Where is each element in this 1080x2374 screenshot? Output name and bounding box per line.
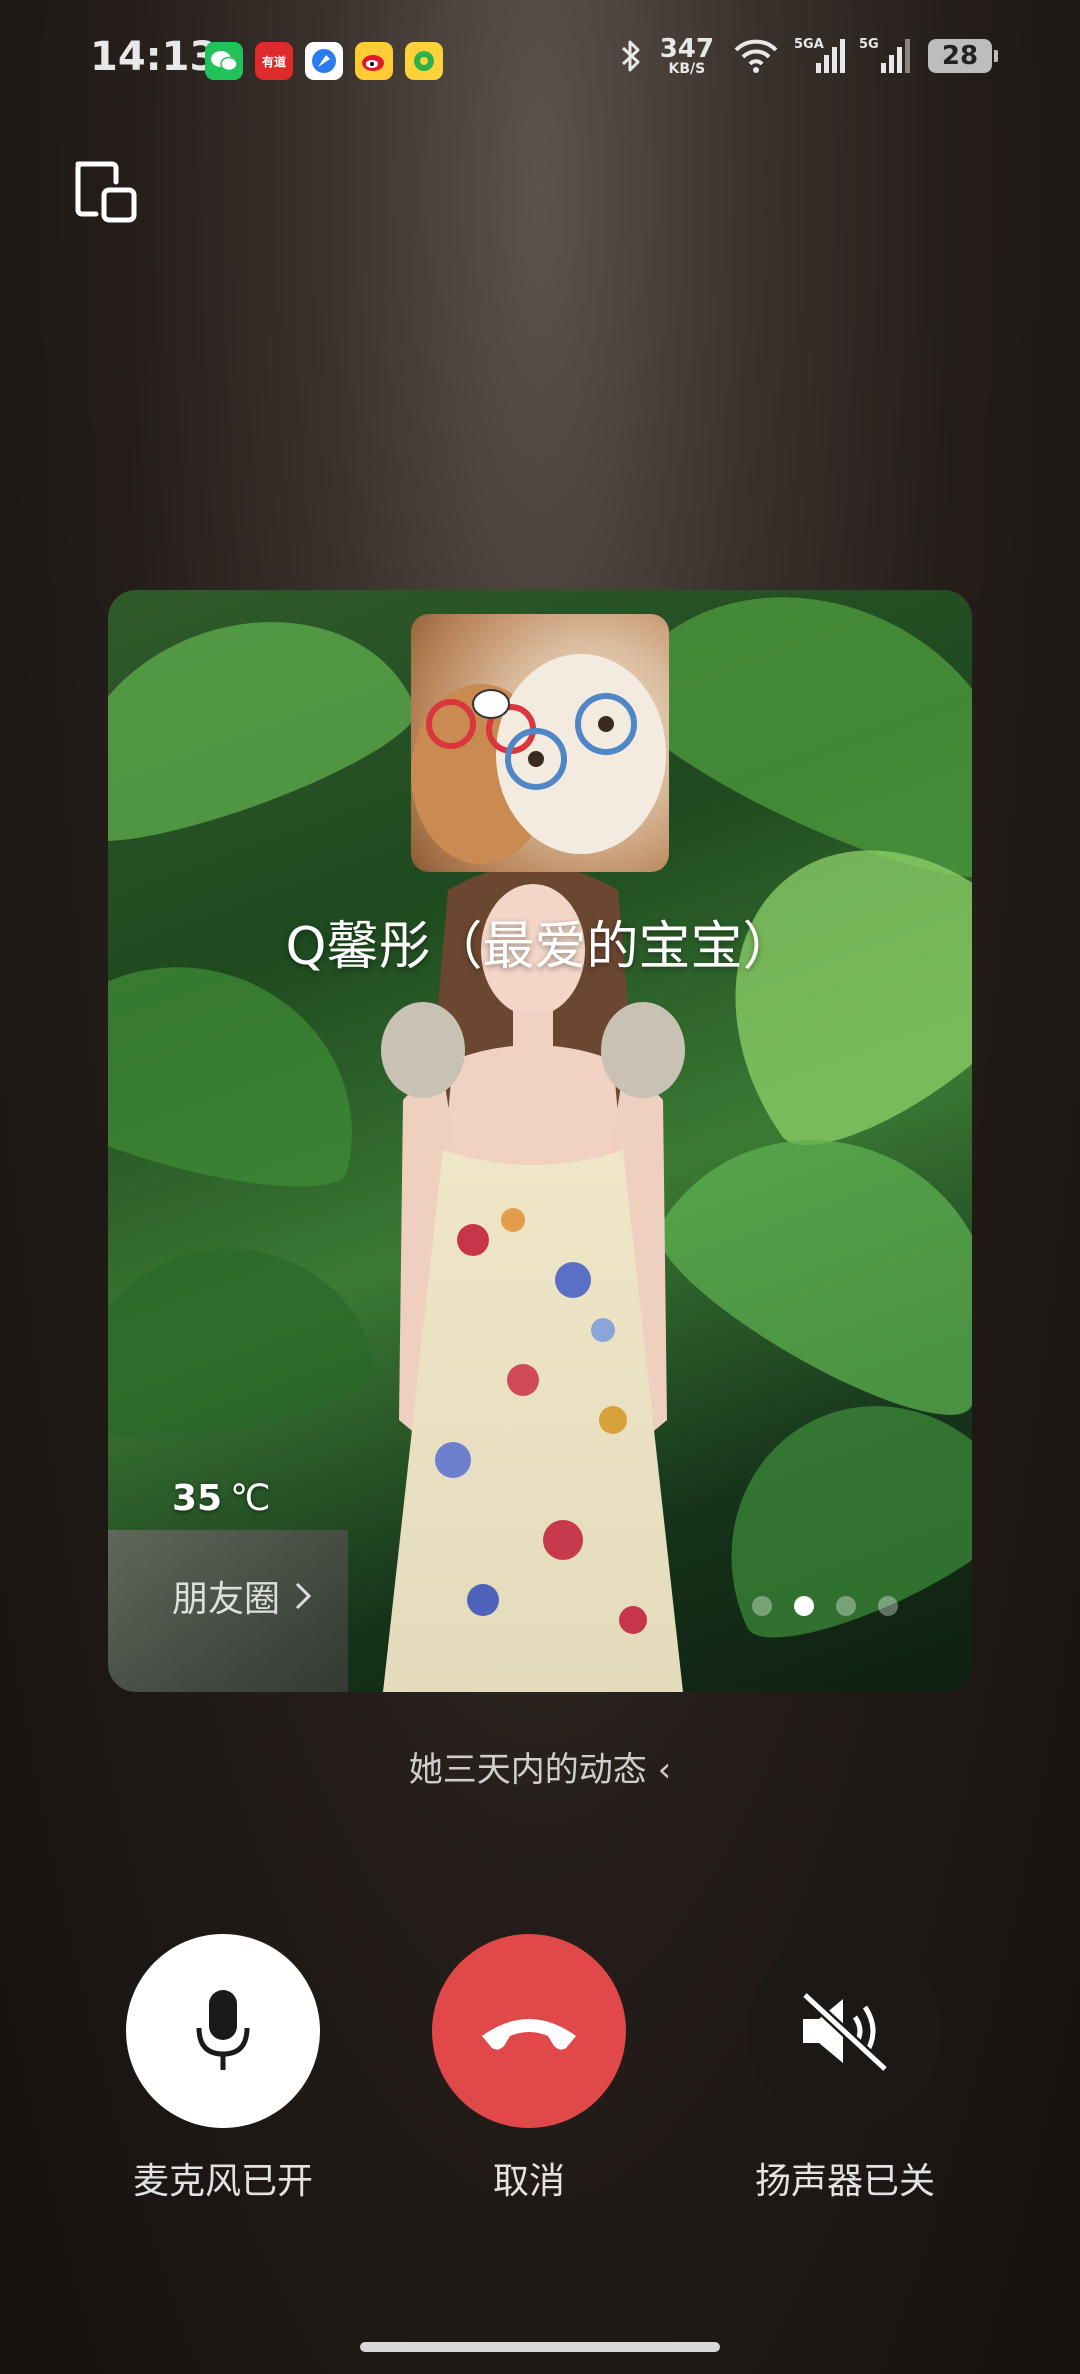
net-speed-unit: KB/S (668, 61, 706, 77)
net-speed-value: 347 (659, 34, 714, 64)
youdao-icon: 有道 (255, 42, 293, 80)
battery-icon: 28 (928, 39, 998, 73)
youdao-icon-text: 有道 (261, 54, 286, 69)
music-icon (405, 42, 443, 80)
battery-level: 28 (941, 41, 979, 71)
status-bar: 14:13 有道 347 KB/S 5GA 5G 28 (0, 0, 1080, 120)
notification-icons: 有道 (205, 42, 443, 80)
page-dot (836, 1596, 856, 1616)
cancel-control: 取消 (432, 1934, 626, 2204)
cancel-label: 取消 (492, 2161, 565, 2202)
mic-label: 麦克风已开 (132, 2161, 313, 2202)
wifi-icon (734, 39, 778, 73)
page-indicator (752, 1596, 898, 1616)
cat-avatar-image (411, 654, 666, 864)
wechat-icon (205, 42, 243, 80)
speaker-button[interactable] (748, 1934, 942, 2128)
signal-5ga-icon: 5GA (794, 37, 845, 73)
microphone-icon (196, 1990, 250, 2070)
contact-card[interactable]: Q馨彤（最爱的宝宝） 35 ℃ 朋友圈 (108, 590, 972, 1692)
status-right: 347 KB/S 5GA 5G 28 (620, 36, 998, 76)
bluetooth-icon (621, 40, 640, 72)
minimize-window-icon (75, 161, 137, 223)
speaker-muted-icon (801, 1991, 889, 2073)
contact-name: Q馨彤（最爱的宝宝） (285, 917, 795, 977)
hangup-button[interactable] (432, 1934, 626, 2128)
temperature-unit: ℃ (230, 1478, 271, 1519)
mic-control: 麦克风已开 (126, 1934, 320, 2204)
floating-window-button[interactable] (72, 158, 142, 228)
signal-5ga-label: 5GA (794, 37, 824, 52)
weibo-icon (355, 42, 393, 80)
hangup-icon (482, 2019, 576, 2050)
speaker-control: 扬声器已关 (748, 1934, 942, 2204)
net-speed: 347 KB/S (660, 36, 714, 76)
moments-photo (381, 865, 685, 1692)
moments-link-label: 朋友圈 (172, 1579, 281, 1620)
contact-avatar (411, 614, 669, 872)
speaker-label: 扬声器已关 (754, 2161, 935, 2202)
signal-5g-icon: 5G (859, 37, 910, 73)
browser-icon (305, 42, 343, 80)
page-dot (878, 1596, 898, 1616)
status-time: 14:13 (90, 34, 218, 80)
home-indicator[interactable] (360, 2342, 720, 2352)
temperature-value: 35 (172, 1478, 223, 1519)
temperature-readout: 35 ℃ (172, 1478, 271, 1519)
page-dot (752, 1596, 772, 1616)
moments-link[interactable]: 朋友圈 (172, 1570, 312, 1622)
chevron-right-icon (295, 1582, 312, 1610)
page-dot-active (794, 1596, 814, 1616)
mic-button[interactable] (126, 1934, 320, 2128)
signal-5g-label: 5G (859, 37, 879, 52)
recent-moments-toggle[interactable]: 她三天内的动态 ‹ (0, 1742, 1080, 1791)
